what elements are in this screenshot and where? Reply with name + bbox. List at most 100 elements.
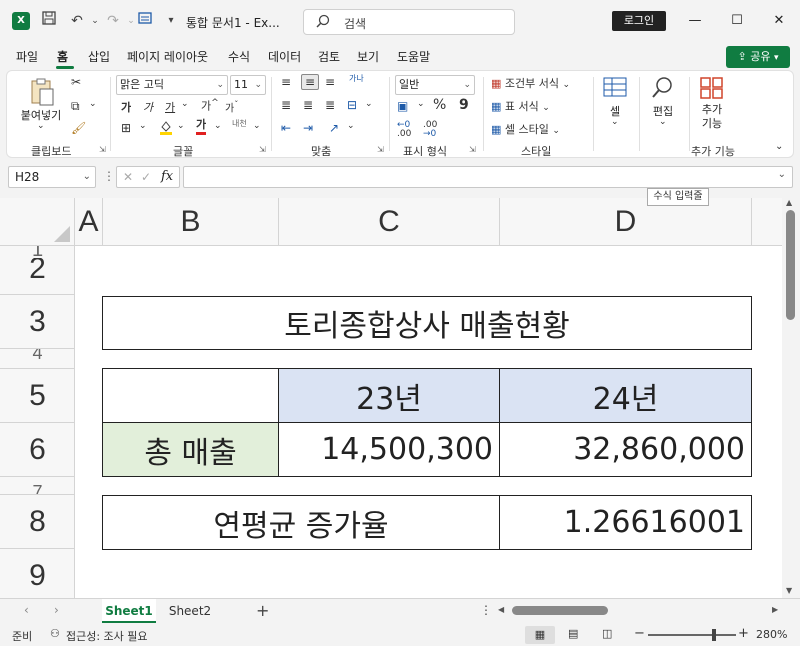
grow-font-button[interactable]: 가^ xyxy=(201,97,219,114)
zoom-level[interactable]: 280% xyxy=(756,628,787,641)
formula-input[interactable]: ⌄ xyxy=(183,166,793,188)
tab-formulas[interactable]: 수식 xyxy=(228,48,250,65)
accounting-dropdown-icon[interactable]: ⌄ xyxy=(417,99,425,109)
zoom-slider-thumb[interactable] xyxy=(712,629,716,641)
more-options-icon[interactable]: ⋮ xyxy=(103,169,115,183)
cells-icon[interactable] xyxy=(603,77,627,100)
name-box[interactable]: H28 ⌄ xyxy=(8,166,96,188)
scroll-left-icon[interactable]: ◀ xyxy=(498,605,504,614)
underline-button[interactable]: 가 xyxy=(165,99,175,115)
format-as-table-button[interactable]: ▦ 표 서식 ⌄ xyxy=(491,98,550,114)
growth-value-cell[interactable]: 1.26616001 xyxy=(499,495,752,550)
header-23-cell[interactable]: 23년 xyxy=(278,368,500,423)
editing-dropdown-icon[interactable]: ⌄ xyxy=(659,117,667,127)
column-header-d[interactable]: D xyxy=(500,198,752,246)
row-header-1[interactable]: 1 xyxy=(0,246,75,258)
increase-decimal-button[interactable]: ←0.00 xyxy=(397,121,411,139)
font-size-select[interactable]: 11 ⌄ xyxy=(230,75,266,95)
confirm-icon[interactable]: ✓ xyxy=(141,170,151,184)
alignment-launcher-icon[interactable]: ⇲ xyxy=(377,145,384,154)
align-right-icon[interactable]: ≣ xyxy=(325,98,335,112)
header-24-cell[interactable]: 24년 xyxy=(499,368,752,423)
total-sales-label-cell[interactable]: 총 매출 xyxy=(102,422,279,477)
zoom-out-icon[interactable]: − xyxy=(634,626,645,641)
tab-data[interactable]: 데이터 xyxy=(268,48,301,65)
add-ins-button[interactable]: 추가 기능 xyxy=(695,103,729,131)
total-24-cell[interactable]: 32,860,000 xyxy=(499,422,752,477)
share-button[interactable]: ⇪ 공유 ▾ xyxy=(726,46,790,68)
clipboard-launcher-icon[interactable]: ⇲ xyxy=(99,145,106,154)
normal-view-icon[interactable]: ▦ xyxy=(525,626,555,644)
row-header-6[interactable]: 6 xyxy=(0,422,75,476)
align-center-icon[interactable]: ≣ xyxy=(303,98,313,112)
prev-sheet-icon[interactable]: ‹ xyxy=(24,603,29,617)
worksheet-grid[interactable]: A B C D 1 2 3 4 5 6 7 8 9 토리종합상사 매출현황 23… xyxy=(0,198,800,598)
insert-function-button[interactable]: fx xyxy=(161,169,173,184)
orientation-dropdown-icon[interactable]: ⌄ xyxy=(347,121,355,131)
row-header-2[interactable]: 2 xyxy=(0,258,75,294)
bold-button[interactable]: 가 xyxy=(121,99,131,115)
total-23-cell[interactable]: 14,500,300 xyxy=(278,422,500,477)
sheet-options-icon[interactable]: ⋮ xyxy=(480,603,492,617)
row-header-8[interactable]: 8 xyxy=(0,494,75,548)
font-color-dropdown-icon[interactable]: ⌄ xyxy=(214,121,222,131)
next-sheet-icon[interactable]: › xyxy=(54,603,59,617)
align-bottom-icon[interactable]: ≡ xyxy=(325,75,335,89)
scroll-right-icon[interactable]: ▶ xyxy=(772,605,778,614)
page-break-view-icon[interactable]: ◫ xyxy=(602,627,612,640)
cut-icon[interactable]: ✂ xyxy=(71,75,81,89)
tab-review[interactable]: 검토 xyxy=(318,48,340,65)
row-header-7[interactable]: 7 xyxy=(0,476,75,494)
sheet-tab-sheet1[interactable]: Sheet1 xyxy=(102,599,156,623)
zoom-slider[interactable] xyxy=(648,634,736,636)
decrease-indent-icon[interactable]: ⇤ xyxy=(281,121,291,135)
font-launcher-icon[interactable]: ⇲ xyxy=(259,145,266,154)
accessibility-icon[interactable]: ⚇ xyxy=(50,627,60,640)
font-name-select[interactable]: 맑은 고딕 ⌄ xyxy=(116,75,228,95)
font-color-button[interactable]: 가 xyxy=(196,118,207,135)
borders-dropdown-icon[interactable]: ⌄ xyxy=(139,121,147,131)
copy-dropdown-icon[interactable]: ⌄ xyxy=(89,99,97,109)
merge-dropdown-icon[interactable]: ⌄ xyxy=(365,99,373,109)
phonetic-dropdown-icon[interactable]: ⌄ xyxy=(253,121,261,131)
column-header-a[interactable]: A xyxy=(75,198,103,246)
accessibility-status[interactable]: 접근성: 조사 필요 xyxy=(66,628,148,644)
tab-help[interactable]: 도움말 xyxy=(397,48,430,65)
title-cell[interactable]: 토리종합상사 매출현황 xyxy=(102,296,752,350)
fill-color-icon[interactable] xyxy=(159,119,173,138)
expand-formula-bar-icon[interactable]: ⌄ xyxy=(778,169,786,180)
vertical-scroll-thumb[interactable] xyxy=(786,210,795,320)
add-sheet-icon[interactable]: + xyxy=(256,601,269,620)
copy-icon[interactable]: ⧉ xyxy=(71,99,80,114)
row-header-4[interactable]: 4 xyxy=(0,348,75,368)
tab-home[interactable]: 홈 xyxy=(57,48,68,65)
minimize-icon[interactable]: — xyxy=(680,10,710,32)
row-header-5[interactable]: 5 xyxy=(0,368,75,422)
sheet-tab-sheet2[interactable]: Sheet2 xyxy=(162,599,218,623)
growth-label-cell[interactable]: 연평균 증가율 xyxy=(102,495,500,550)
cells-dropdown-icon[interactable]: ⌄ xyxy=(611,117,619,127)
align-top-icon[interactable]: ≡ xyxy=(281,75,291,89)
accounting-format-icon[interactable]: ▣ xyxy=(397,99,408,113)
decrease-decimal-button[interactable]: .00 →0 xyxy=(423,121,437,139)
search-icon[interactable] xyxy=(651,75,675,102)
tab-page-layout[interactable]: 페이지 레이아웃 xyxy=(127,48,208,65)
column-header-c[interactable]: C xyxy=(279,198,500,246)
row-header-9[interactable]: 9 xyxy=(0,548,75,598)
cell-styles-button[interactable]: ▦ 셀 스타일 ⌄ xyxy=(491,121,560,137)
tab-file[interactable]: 파일 xyxy=(16,48,38,65)
login-button[interactable]: 로그인 xyxy=(612,11,666,31)
collapse-ribbon-icon[interactable]: ⌄ xyxy=(775,141,783,152)
zoom-in-icon[interactable]: + xyxy=(738,626,749,641)
paste-icon[interactable] xyxy=(29,77,55,110)
align-left-icon[interactable]: ≣ xyxy=(281,98,291,112)
borders-icon[interactable]: ⊞ xyxy=(121,121,131,135)
underline-dropdown-icon[interactable]: ⌄ xyxy=(181,99,189,109)
orientation-icon[interactable]: ↗ xyxy=(329,121,339,135)
save-icon[interactable] xyxy=(38,10,60,32)
percent-style-button[interactable]: % xyxy=(433,97,446,113)
phonetic-guide-button[interactable]: 내천 xyxy=(232,119,248,128)
tab-insert[interactable]: 삽입 xyxy=(88,48,110,65)
page-layout-view-icon[interactable]: ▤ xyxy=(568,627,578,640)
merge-center-icon[interactable]: ⊟ xyxy=(347,98,357,112)
